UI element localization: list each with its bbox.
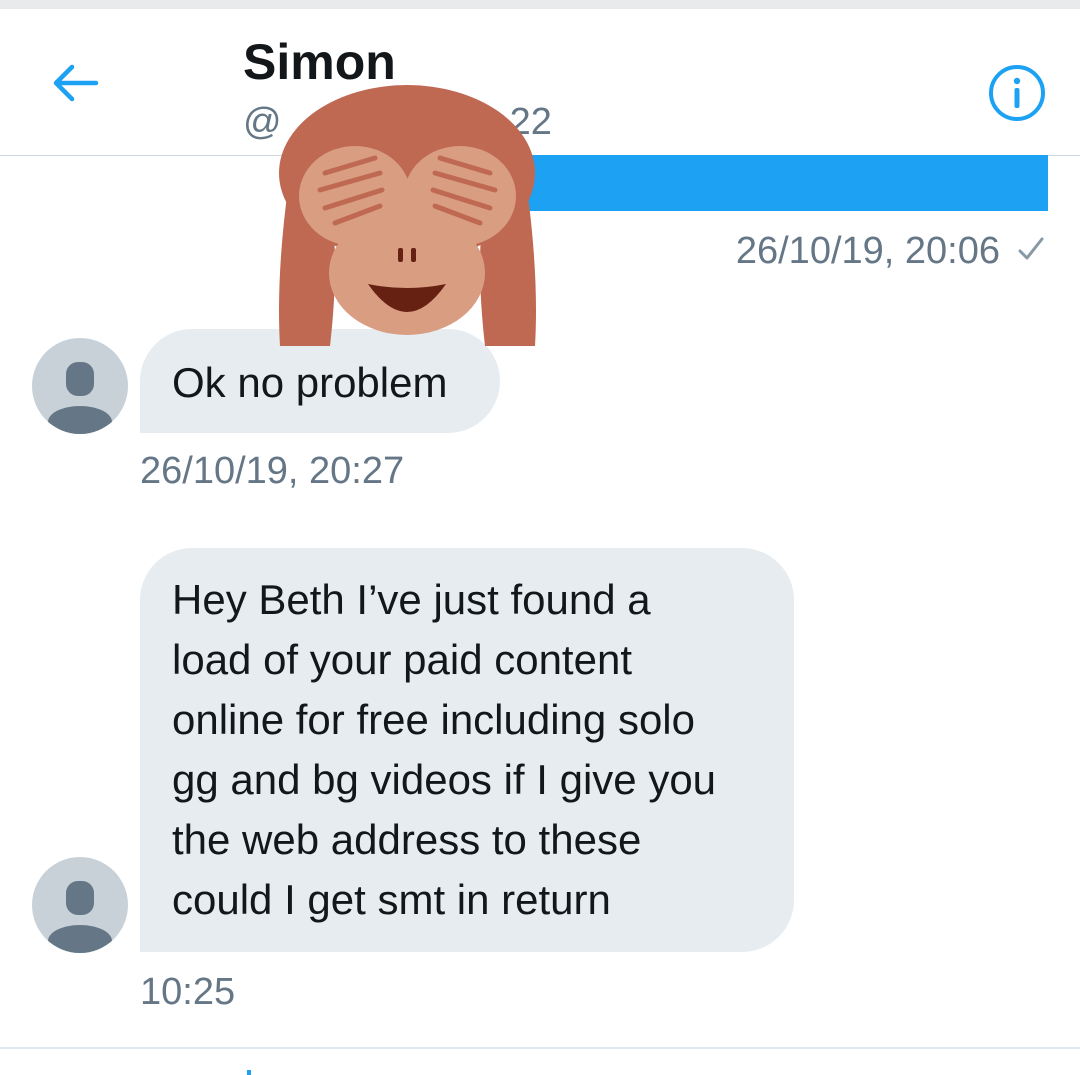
back-button[interactable] bbox=[48, 57, 100, 109]
default-profile-icon bbox=[48, 362, 112, 434]
message-timestamp: 26/10/19, 20:27 bbox=[140, 450, 405, 492]
sent-check-icon bbox=[1018, 237, 1044, 260]
message-timestamp: 10:25 bbox=[140, 971, 236, 1013]
status-strip bbox=[0, 0, 1080, 9]
composer-cursor bbox=[247, 1070, 251, 1075]
avatar[interactable] bbox=[32, 857, 128, 953]
see-no-evil-monkey-icon bbox=[279, 85, 536, 346]
composer-divider bbox=[0, 1047, 1080, 1049]
avatar[interactable] bbox=[32, 338, 128, 434]
message-timestamp: 26/10/19, 20:06 bbox=[735, 230, 1000, 272]
incoming-message-bubble[interactable]: Hey Beth I’ve just found a load of your … bbox=[140, 548, 794, 952]
info-icon bbox=[989, 65, 1045, 121]
default-profile-icon bbox=[48, 881, 112, 953]
info-button[interactable] bbox=[988, 64, 1046, 122]
arrow-left-icon bbox=[53, 64, 99, 102]
